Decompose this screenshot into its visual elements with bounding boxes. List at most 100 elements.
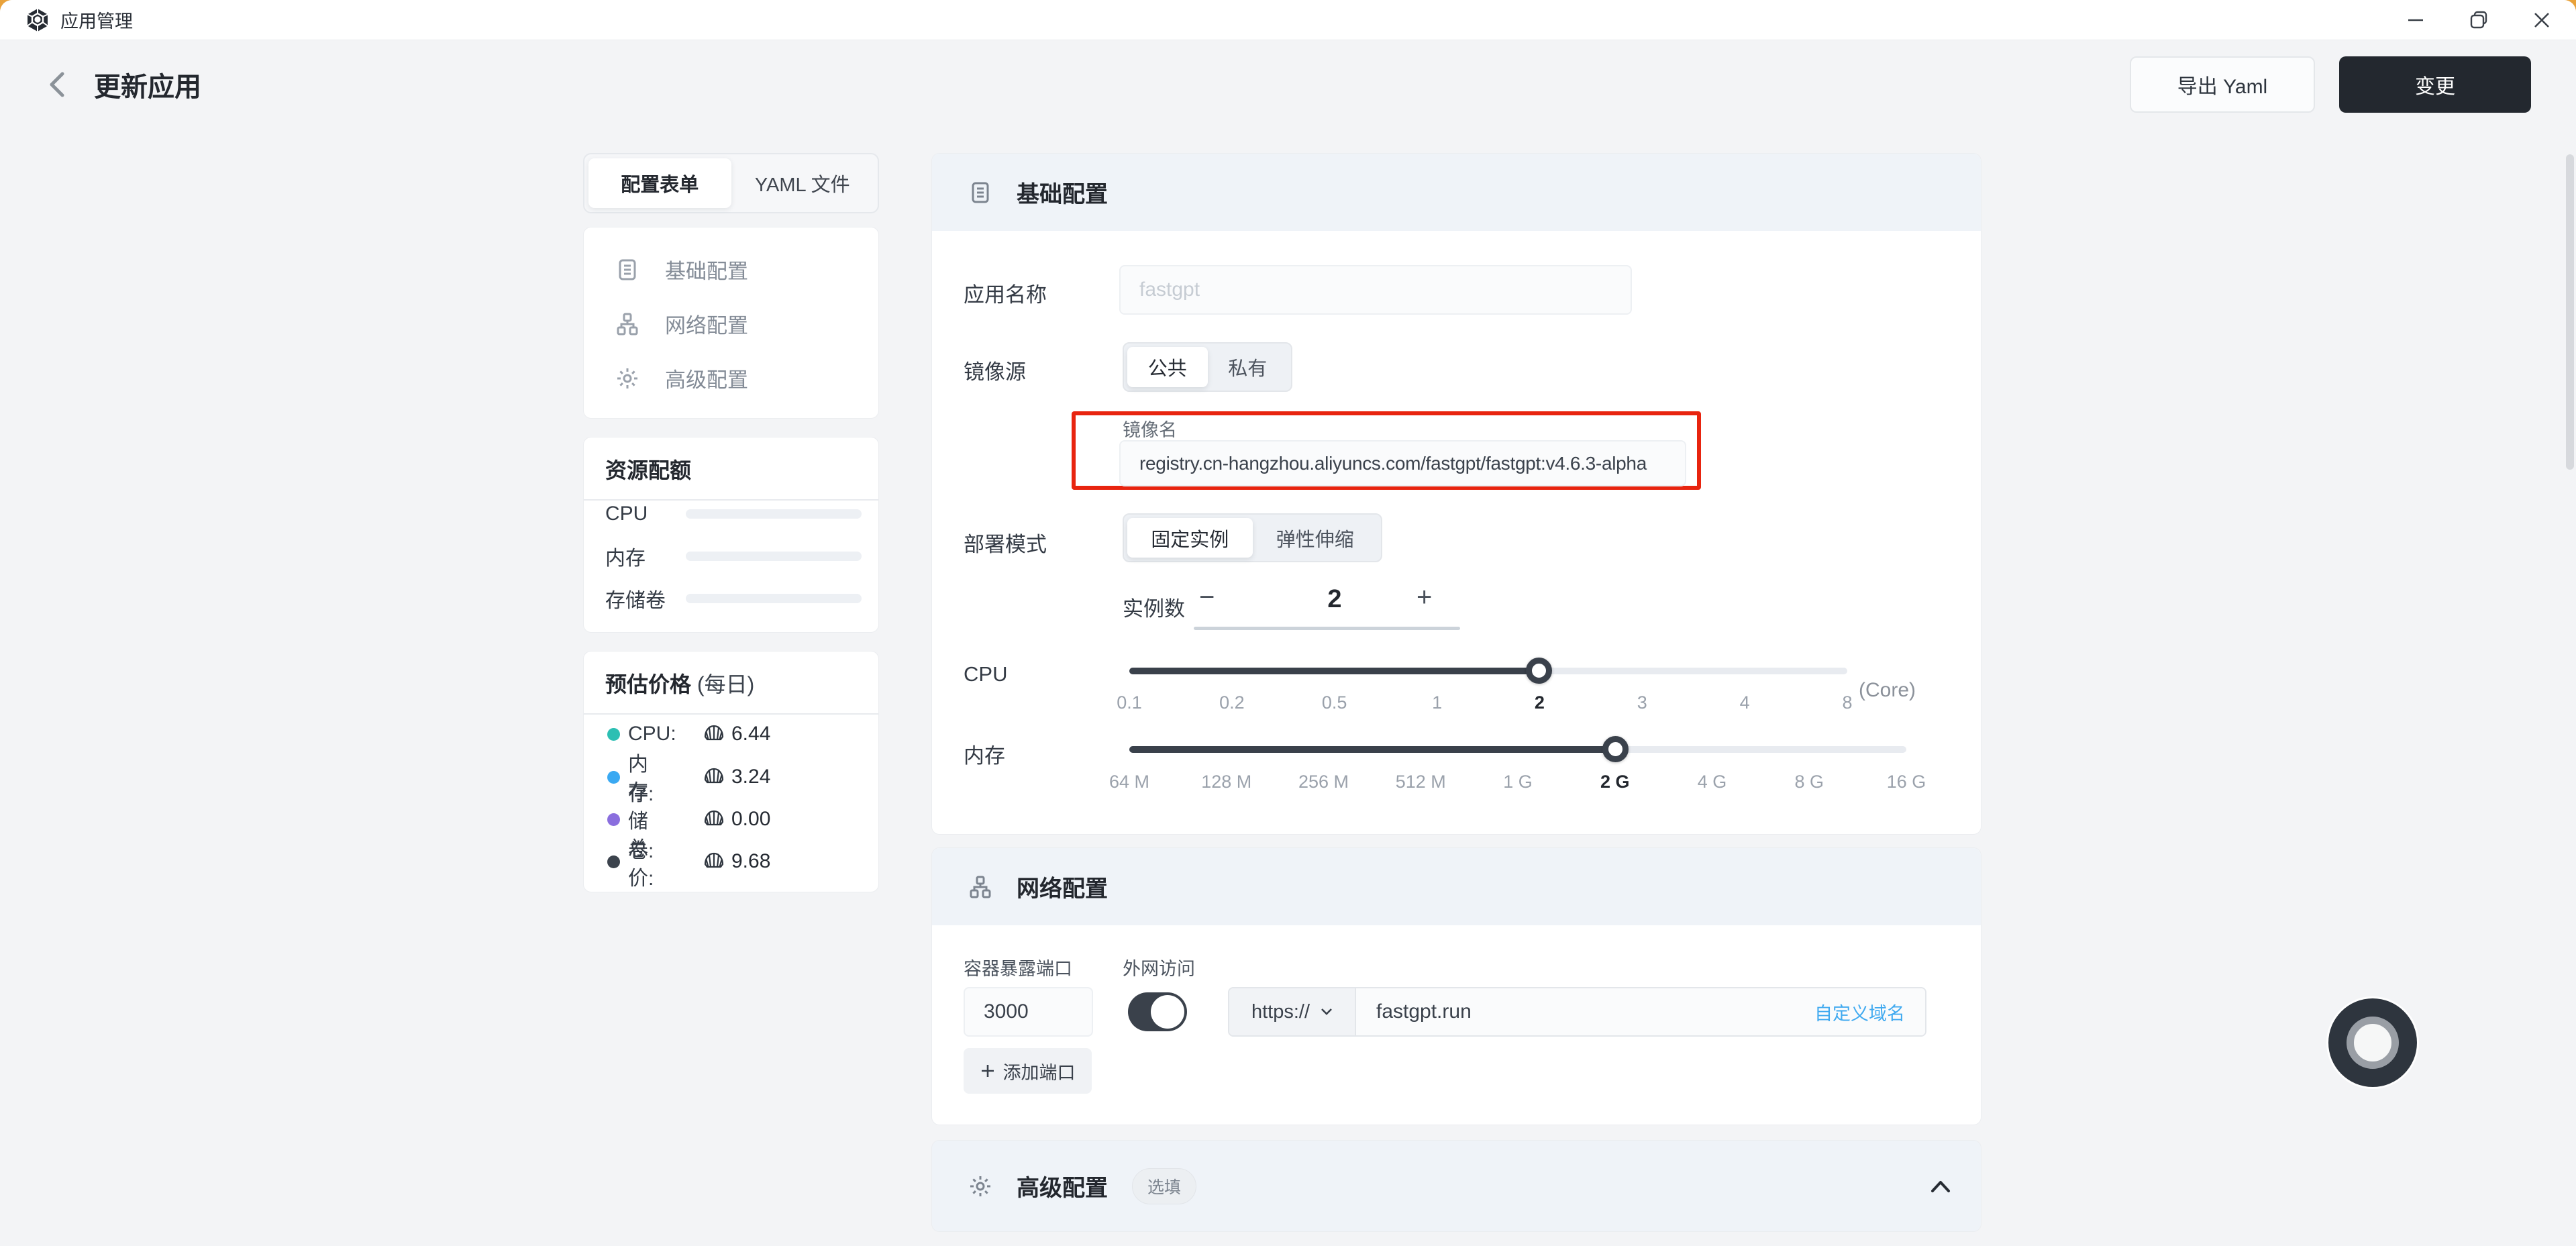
gear-icon [615,366,639,391]
external-access-label: 外网访问 [1123,954,1195,980]
minus-button[interactable]: − [1199,585,1215,609]
price-label: CPU: [628,723,676,745]
gear-icon [968,1174,992,1198]
sidebar: 配置表单 YAML 文件 基础配置 [583,153,879,892]
basic-config-section: 基础配置 应用名称 fastgpt 镜像源 公共 私有 镜像名 [931,153,1981,835]
quota-bar [686,552,862,561]
toggle-knob [1151,995,1184,1029]
price-value: 9.68 [731,850,770,873]
seashell-icon [703,723,725,745]
seashell-icon [703,766,725,788]
deploy-autoscale[interactable]: 弹性伸缩 [1253,518,1378,558]
cursor-indicator [2328,998,2417,1087]
tick-label: 3 [1637,692,1647,713]
cpu-slider-track[interactable] [1129,668,1847,674]
document-icon [968,180,992,205]
vertical-scrollbar[interactable] [2566,154,2574,470]
sidebar-item-label: 高级配置 [665,363,748,393]
page-header: 更新应用 导出 Yaml 变更 [0,40,2576,129]
basic-config-header: 基础配置 [932,154,1981,231]
plus-button[interactable]: + [1416,585,1432,609]
advanced-config-section[interactable]: 高级配置 选填 [931,1140,1981,1232]
price-subtitle: (每日) [697,672,754,696]
sidebar-item-basic-config[interactable]: 基础配置 [584,242,878,297]
container-port-label: 容器暴露端口 [964,954,1072,980]
cpu-unit-label: (Core) [1859,679,1916,702]
tick-label: 128 M [1201,772,1251,792]
back-button[interactable] [43,70,70,99]
tick-label: 256 M [1298,772,1349,792]
quota-label: 内存 [605,541,646,571]
tick-label: 16 G [1887,772,1926,792]
tab-config-form[interactable]: 配置表单 [588,158,731,208]
custom-domain-link[interactable]: 自定义域名 [1814,999,1905,1025]
app-logo-icon [25,8,50,32]
price-title-text: 预估价格 [605,672,691,696]
main-content: 基础配置 应用名称 fastgpt 镜像源 公共 私有 镜像名 [931,153,1981,1232]
sidebar-item-label: 网络配置 [665,309,748,339]
app-name-input[interactable]: fastgpt [1119,265,1632,315]
image-source-public[interactable]: 公共 [1127,347,1208,387]
org-chart-icon [615,312,639,336]
section-title: 基础配置 [1017,176,1108,209]
image-name-value: registry.cn-hangzhou.aliyuncs.com/fastgp… [1139,453,1647,474]
domain-value: fastgpt.run [1376,1000,1472,1023]
sidebar-item-network-config[interactable]: 网络配置 [584,297,878,351]
tick-label: 8 G [1794,772,1824,792]
tick-label: 2 [1535,692,1545,713]
sidebar-item-label: 基础配置 [665,254,748,284]
tick-label: 64 M [1109,772,1149,792]
image-source-private[interactable]: 私有 [1208,347,1288,387]
container-port-value: 3000 [984,1000,1029,1023]
chevron-up-icon[interactable] [1930,1180,1951,1193]
org-chart-icon [968,875,992,899]
section-title: 高级配置 [1017,1170,1108,1202]
price-value: 0.00 [731,808,770,831]
section-nav: 基础配置 网络配置 [583,227,879,419]
close-icon[interactable] [2532,10,2552,30]
sidebar-item-advanced-config[interactable]: 高级配置 [584,351,878,405]
domain-input[interactable]: fastgpt.run 自定义域名 [1356,988,1925,1035]
tick-label: 2 G [1600,772,1630,792]
estimated-price-card: 预估价格 (每日) CPU: 6.44 内存: [583,651,879,892]
memory-slider-track[interactable] [1129,746,1906,753]
apply-changes-button[interactable]: 变更 [2339,56,2531,113]
image-name-input[interactable]: registry.cn-hangzhou.aliyuncs.com/fastgp… [1119,440,1686,486]
cpu-slider-handle[interactable] [1526,658,1552,684]
window-controls [2406,10,2576,30]
section-title: 网络配置 [1017,870,1108,903]
replicas-label: 实例数 [1123,592,1185,622]
divider [584,499,878,501]
quota-label: CPU [605,503,648,525]
add-port-button[interactable]: 添加端口 [964,1048,1092,1094]
memory-slider-label: 内存 [964,739,1005,769]
minimize-icon[interactable] [2406,10,2426,30]
tick-label: 1 [1432,692,1442,713]
protocol-select[interactable]: https:// [1229,988,1356,1035]
memory-slider-handle[interactable] [1602,736,1629,762]
app-title: 应用管理 [60,7,133,33]
image-name-label: 镜像名 [1123,415,1177,442]
deploy-fixed[interactable]: 固定实例 [1127,518,1253,558]
annotation-red-box: 镜像名 registry.cn-hangzhou.aliyuncs.com/fa… [1072,411,1701,490]
quota-bar [686,594,862,603]
price-value: 6.44 [731,723,770,745]
tick-label: 8 [1842,692,1852,713]
deploy-mode-label: 部署模式 [964,527,1047,558]
chevron-down-icon [1321,1008,1333,1016]
price-title: 预估价格 (每日) [584,652,878,698]
restore-icon[interactable] [2469,10,2489,30]
price-label: 总价: [628,832,654,891]
network-config-section: 网络配置 容器暴露端口 外网访问 3000 https:// [931,847,1981,1125]
tab-yaml-file[interactable]: YAML 文件 [731,158,874,208]
container-port-input[interactable]: 3000 [964,987,1093,1037]
tick-label: 4 G [1698,772,1727,792]
tick-label: 1 G [1503,772,1533,792]
advanced-config-header: 高级配置 选填 [932,1141,1981,1231]
resource-quota-card: 资源配额 CPU 内存 存储卷 [583,437,879,633]
memory-slider-ticks: 64 M 128 M 256 M 512 M 1 G 2 G 4 G 8 G 1… [1129,772,1906,794]
legend-dot [607,728,620,741]
external-access-toggle[interactable] [1128,992,1187,1031]
plus-icon [980,1063,995,1078]
export-yaml-button[interactable]: 导出 Yaml [2130,56,2315,113]
